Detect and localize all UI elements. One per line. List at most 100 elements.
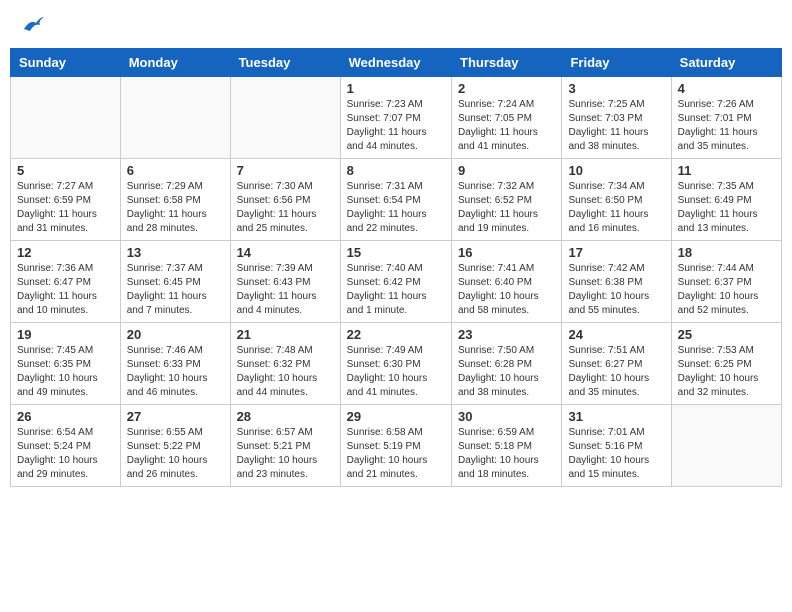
calendar-cell: 7 Sunrise: 7:30 AM Sunset: 6:56 PM Daylig…	[230, 159, 340, 241]
day-info: Sunrise: 7:41 AM Sunset: 6:40 PM Dayligh…	[458, 262, 555, 318]
day-number: 6	[127, 163, 224, 178]
day-number: 8	[347, 163, 445, 178]
day-number: 2	[458, 81, 555, 96]
day-info: Sunrise: 7:35 AM Sunset: 6:49 PM Dayligh…	[678, 180, 775, 236]
day-number: 7	[237, 163, 334, 178]
day-number: 30	[458, 409, 555, 424]
day-number: 1	[347, 81, 445, 96]
calendar-cell: 1 Sunrise: 7:23 AM Sunset: 7:07 PM Daylig…	[340, 77, 451, 159]
day-info: Sunrise: 7:34 AM Sunset: 6:50 PM Dayligh…	[568, 180, 664, 236]
day-of-week-header: Saturday	[671, 49, 781, 77]
day-info: Sunrise: 7:45 AM Sunset: 6:35 PM Dayligh…	[17, 344, 114, 400]
day-number: 15	[347, 245, 445, 260]
day-info: Sunrise: 7:48 AM Sunset: 6:32 PM Dayligh…	[237, 344, 334, 400]
calendar-cell: 15 Sunrise: 7:40 AM Sunset: 6:42 PM Dayli…	[340, 241, 451, 323]
day-number: 12	[17, 245, 114, 260]
day-info: Sunrise: 6:57 AM Sunset: 5:21 PM Dayligh…	[237, 426, 334, 482]
day-number: 21	[237, 327, 334, 342]
calendar-cell: 11 Sunrise: 7:35 AM Sunset: 6:49 PM Dayli…	[671, 159, 781, 241]
day-info: Sunrise: 6:55 AM Sunset: 5:22 PM Dayligh…	[127, 426, 224, 482]
day-number: 31	[568, 409, 664, 424]
day-number: 16	[458, 245, 555, 260]
logo	[20, 15, 44, 33]
day-of-week-header: Thursday	[452, 49, 562, 77]
day-info: Sunrise: 7:51 AM Sunset: 6:27 PM Dayligh…	[568, 344, 664, 400]
day-number: 18	[678, 245, 775, 260]
calendar-cell: 22 Sunrise: 7:49 AM Sunset: 6:30 PM Dayli…	[340, 323, 451, 405]
day-number: 24	[568, 327, 664, 342]
day-info: Sunrise: 7:30 AM Sunset: 6:56 PM Dayligh…	[237, 180, 334, 236]
day-number: 9	[458, 163, 555, 178]
calendar-cell: 10 Sunrise: 7:34 AM Sunset: 6:50 PM Dayli…	[562, 159, 671, 241]
day-number: 19	[17, 327, 114, 342]
day-info: Sunrise: 7:27 AM Sunset: 6:59 PM Dayligh…	[17, 180, 114, 236]
calendar-cell: 4 Sunrise: 7:26 AM Sunset: 7:01 PM Daylig…	[671, 77, 781, 159]
day-info: Sunrise: 7:44 AM Sunset: 6:37 PM Dayligh…	[678, 262, 775, 318]
calendar-table: SundayMondayTuesdayWednesdayThursdayFrid…	[10, 48, 782, 487]
day-number: 29	[347, 409, 445, 424]
calendar-cell: 9 Sunrise: 7:32 AM Sunset: 6:52 PM Daylig…	[452, 159, 562, 241]
calendar-cell: 31 Sunrise: 7:01 AM Sunset: 5:16 PM Dayli…	[562, 405, 671, 487]
calendar-cell: 13Sunrise: 7:37 AM Sunset: 6:45 PM Dayli…	[120, 241, 230, 323]
day-info: Sunrise: 6:54 AM Sunset: 5:24 PM Dayligh…	[17, 426, 114, 482]
logo-icon	[22, 15, 44, 33]
day-number: 25	[678, 327, 775, 342]
day-number: 20	[127, 327, 224, 342]
day-info: Sunrise: 7:53 AM Sunset: 6:25 PM Dayligh…	[678, 344, 775, 400]
calendar-cell: 24 Sunrise: 7:51 AM Sunset: 6:27 PM Dayli…	[562, 323, 671, 405]
day-info: Sunrise: 7:42 AM Sunset: 6:38 PM Dayligh…	[568, 262, 664, 318]
calendar-cell: 18 Sunrise: 7:44 AM Sunset: 6:37 PM Dayli…	[671, 241, 781, 323]
day-info: Sunrise: 7:46 AM Sunset: 6:33 PM Dayligh…	[127, 344, 224, 400]
calendar-week-row: 19 Sunrise: 7:45 AM Sunset: 6:35 PM Dayli…	[11, 323, 782, 405]
day-number: 14	[237, 245, 334, 260]
day-of-week-header: Monday	[120, 49, 230, 77]
calendar-cell	[671, 405, 781, 487]
calendar-cell: 23 Sunrise: 7:50 AM Sunset: 6:28 PM Dayli…	[452, 323, 562, 405]
day-info: Sunrise: 7:29 AM Sunset: 6:58 PM Dayligh…	[127, 180, 224, 236]
calendar-cell	[11, 77, 121, 159]
day-info: Sunrise: 7:23 AM Sunset: 7:07 PM Dayligh…	[347, 98, 445, 154]
day-number: 3	[568, 81, 664, 96]
day-number: 13	[127, 245, 224, 260]
day-number: 4	[678, 81, 775, 96]
day-info: Sunrise: 7:49 AM Sunset: 6:30 PM Dayligh…	[347, 344, 445, 400]
calendar-header-row: SundayMondayTuesdayWednesdayThursdayFrid…	[11, 49, 782, 77]
day-number: 28	[237, 409, 334, 424]
day-info: Sunrise: 7:39 AM Sunset: 6:43 PM Dayligh…	[237, 262, 334, 318]
calendar-cell: 25 Sunrise: 7:53 AM Sunset: 6:25 PM Dayli…	[671, 323, 781, 405]
day-info: Sunrise: 7:50 AM Sunset: 6:28 PM Dayligh…	[458, 344, 555, 400]
day-info: Sunrise: 7:26 AM Sunset: 7:01 PM Dayligh…	[678, 98, 775, 154]
day-of-week-header: Sunday	[11, 49, 121, 77]
calendar-cell: 2Sunrise: 7:24 AM Sunset: 7:05 PM Daylig…	[452, 77, 562, 159]
day-number: 11	[678, 163, 775, 178]
calendar-cell: 20 Sunrise: 7:46 AM Sunset: 6:33 PM Dayli…	[120, 323, 230, 405]
day-info: Sunrise: 7:32 AM Sunset: 6:52 PM Dayligh…	[458, 180, 555, 236]
day-number: 23	[458, 327, 555, 342]
calendar-cell: 12 Sunrise: 7:36 AM Sunset: 6:47 PM Dayli…	[11, 241, 121, 323]
calendar-cell: 28 Sunrise: 6:57 AM Sunset: 5:21 PM Dayli…	[230, 405, 340, 487]
day-number: 26	[17, 409, 114, 424]
day-of-week-header: Tuesday	[230, 49, 340, 77]
day-info: Sunrise: 7:01 AM Sunset: 5:16 PM Dayligh…	[568, 426, 664, 482]
calendar-cell: 29Sunrise: 6:58 AM Sunset: 5:19 PM Dayli…	[340, 405, 451, 487]
day-number: 5	[17, 163, 114, 178]
calendar-cell	[230, 77, 340, 159]
day-info: Sunrise: 7:25 AM Sunset: 7:03 PM Dayligh…	[568, 98, 664, 154]
day-number: 10	[568, 163, 664, 178]
calendar-cell: 17 Sunrise: 7:42 AM Sunset: 6:38 PM Dayli…	[562, 241, 671, 323]
page-header	[10, 10, 782, 38]
calendar-week-row: 12 Sunrise: 7:36 AM Sunset: 6:47 PM Dayli…	[11, 241, 782, 323]
calendar-cell: 19 Sunrise: 7:45 AM Sunset: 6:35 PM Dayli…	[11, 323, 121, 405]
calendar-cell: 26 Sunrise: 6:54 AM Sunset: 5:24 PM Dayli…	[11, 405, 121, 487]
calendar-cell: 27Sunrise: 6:55 AM Sunset: 5:22 PM Dayli…	[120, 405, 230, 487]
calendar-cell: 8 Sunrise: 7:31 AM Sunset: 6:54 PM Daylig…	[340, 159, 451, 241]
calendar-week-row: 1 Sunrise: 7:23 AM Sunset: 7:07 PM Daylig…	[11, 77, 782, 159]
calendar-cell: 30Sunrise: 6:59 AM Sunset: 5:18 PM Dayli…	[452, 405, 562, 487]
day-info: Sunrise: 7:40 AM Sunset: 6:42 PM Dayligh…	[347, 262, 445, 318]
day-number: 22	[347, 327, 445, 342]
day-number: 17	[568, 245, 664, 260]
day-info: Sunrise: 7:31 AM Sunset: 6:54 PM Dayligh…	[347, 180, 445, 236]
day-of-week-header: Wednesday	[340, 49, 451, 77]
calendar-cell: 5 Sunrise: 7:27 AM Sunset: 6:59 PM Daylig…	[11, 159, 121, 241]
day-info: Sunrise: 7:36 AM Sunset: 6:47 PM Dayligh…	[17, 262, 114, 318]
